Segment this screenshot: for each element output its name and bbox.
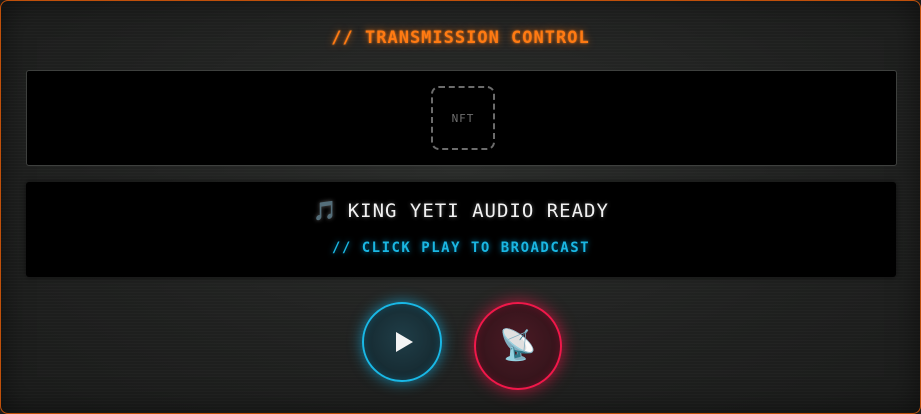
play-button[interactable] [362, 302, 442, 382]
transmission-panel: // TRANSMISSION CONTROL NFT 🎵 KING YETI A… [0, 0, 921, 414]
satellite-dish-icon: 📡 [499, 328, 537, 363]
nft-placeholder-label: NFT [451, 111, 475, 125]
status-message: KING YETI AUDIO READY [347, 200, 609, 222]
status-hint: // CLICK PLAY TO BROADCAST [331, 240, 591, 256]
status-display: 🎵 KING YETI AUDIO READY // CLICK PLAY TO … [26, 182, 896, 277]
nft-placeholder: NFT [431, 86, 495, 150]
play-icon [395, 332, 413, 352]
panel-title: // TRANSMISSION CONTROL [331, 28, 590, 48]
broadcast-button[interactable]: 📡 [474, 302, 562, 390]
status-message-row: 🎵 KING YETI AUDIO READY [26, 199, 896, 222]
music-note-icon: 🎵 [313, 200, 338, 222]
nft-display: NFT [26, 70, 897, 166]
